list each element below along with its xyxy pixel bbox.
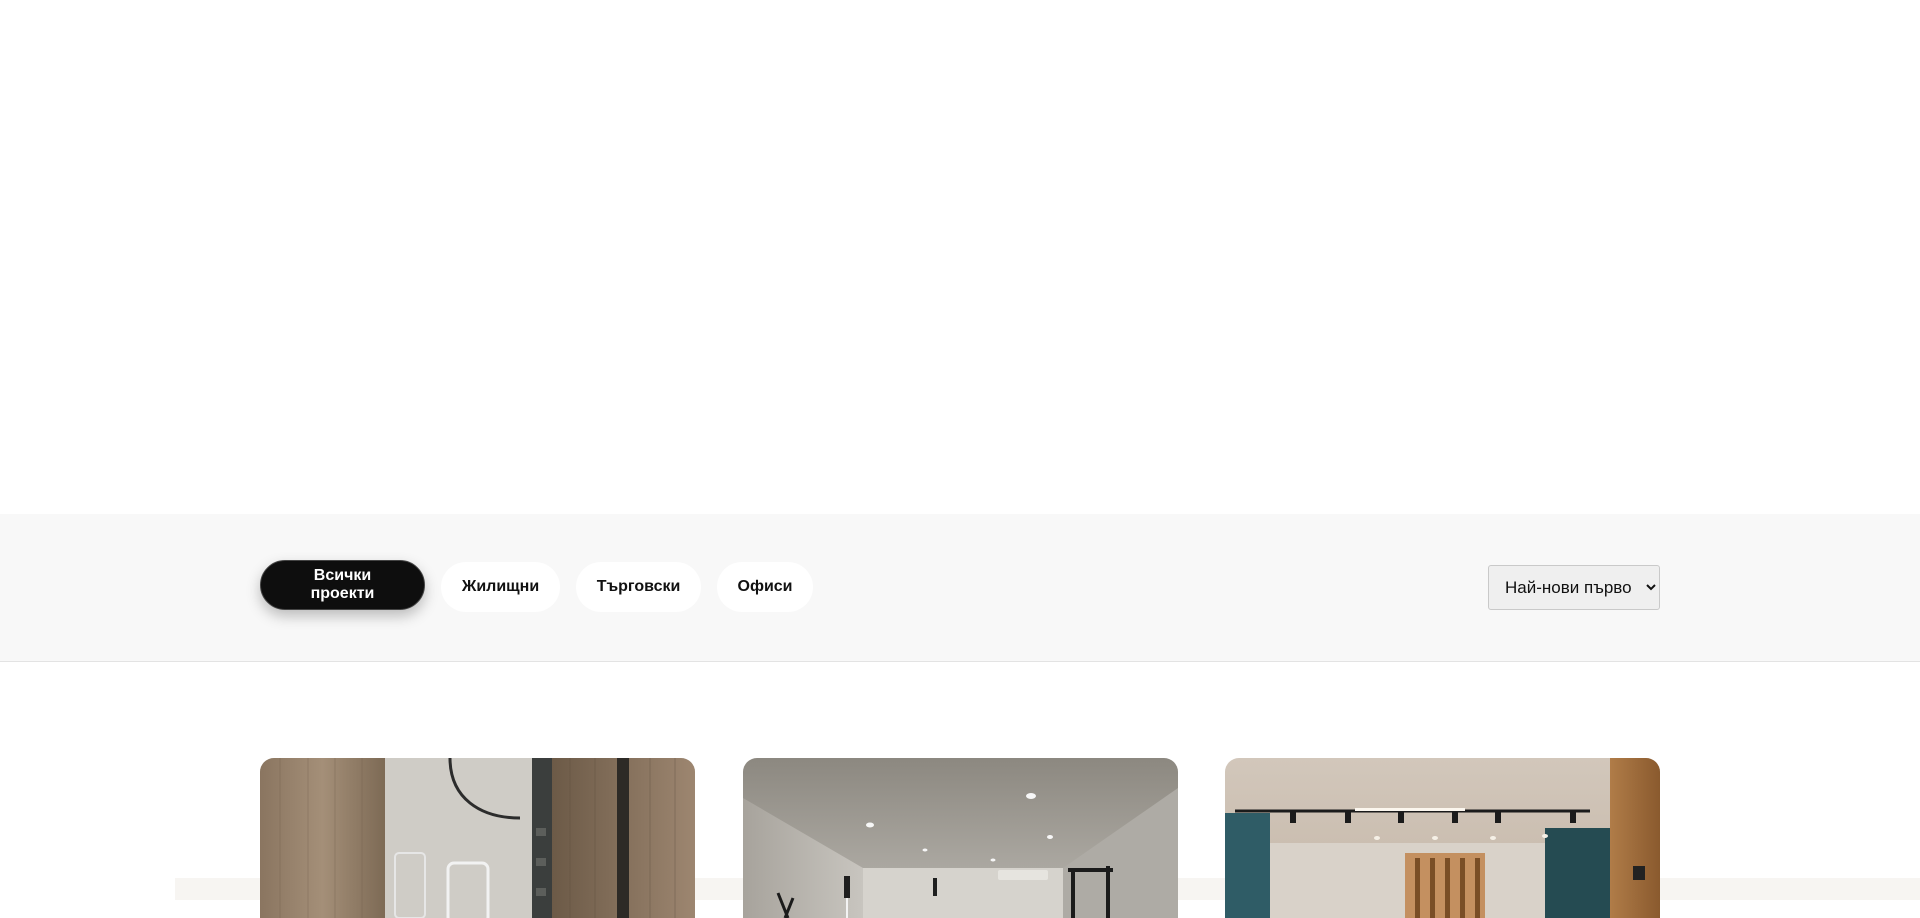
project-image-office: [1225, 758, 1660, 918]
project-image-bathroom: [260, 758, 695, 918]
filter-commercial-button[interactable]: Търговски: [576, 562, 701, 612]
hero-empty-area: [0, 0, 1920, 514]
filter-all-projects-button[interactable]: Всички проекти: [260, 560, 425, 610]
filter-residential-button[interactable]: Жилищни: [441, 562, 560, 612]
project-card[interactable]: [260, 758, 695, 918]
filter-offices-button[interactable]: Офиси: [717, 562, 813, 612]
project-card[interactable]: [743, 758, 1178, 918]
sort-order-select[interactable]: Най-нови първо: [1488, 565, 1660, 610]
project-image-gym: [743, 758, 1178, 918]
project-card[interactable]: [1225, 758, 1660, 918]
